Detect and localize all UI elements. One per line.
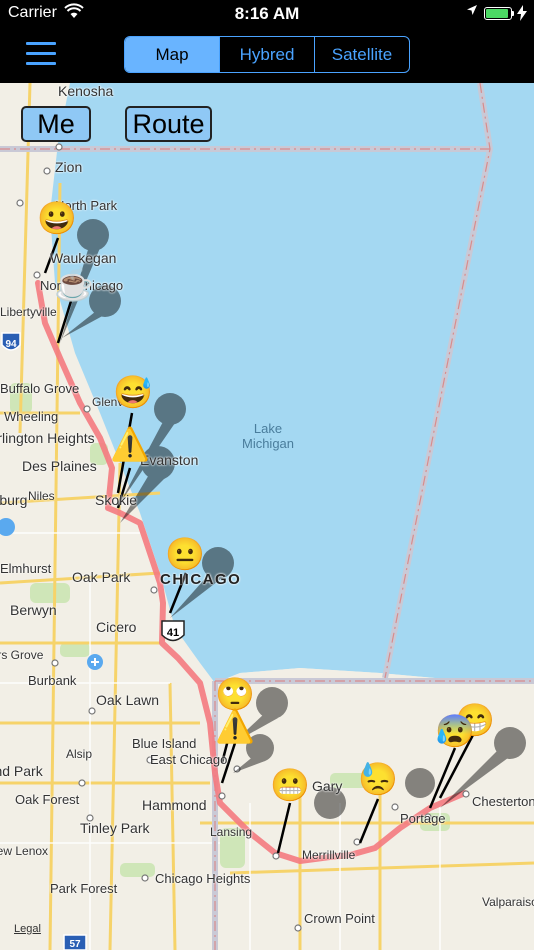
segment-hybred[interactable]: Hybred bbox=[219, 37, 314, 72]
map-label-libertyville: Libertyville bbox=[0, 305, 57, 319]
interstate-57-shield: 57 bbox=[63, 934, 87, 950]
map-label-downers-grove: Downers Grove bbox=[0, 648, 44, 662]
navigation-bar: Map Hybred Satellite bbox=[0, 28, 534, 83]
us-41-shield: 41 bbox=[161, 620, 185, 642]
route-button[interactable]: Route bbox=[125, 106, 212, 142]
interstate-94-shield: 94 bbox=[1, 332, 21, 351]
map-label-skokie: Skokie bbox=[95, 492, 138, 508]
svg-text:94: 94 bbox=[5, 339, 17, 350]
pin-warning-sign-icon[interactable]: ⚠️ bbox=[110, 424, 150, 464]
map-label-arlington-heights: Arlington Heights bbox=[0, 430, 95, 446]
map-label-schaumburg: Schaumburg bbox=[0, 492, 28, 508]
map-label-elmhurst: Elmhurst bbox=[0, 561, 52, 576]
pin-grimacing-face-icon[interactable]: 😬 bbox=[270, 765, 310, 805]
map-label-merrillville: Merrillville bbox=[302, 848, 356, 862]
hamburger-menu-icon[interactable] bbox=[26, 42, 56, 66]
map-label-zion: Zion bbox=[55, 159, 83, 175]
map-view[interactable]: 94 41 57 Kenosha Zion North Park Waukega… bbox=[0, 83, 534, 950]
svg-text:57: 57 bbox=[69, 939, 81, 950]
svg-text:41: 41 bbox=[167, 627, 179, 639]
map-label-crown-point: Crown Point bbox=[304, 911, 375, 926]
legal-link[interactable]: Legal bbox=[14, 923, 41, 935]
map-label-oak-lawn: Oak Lawn bbox=[96, 692, 160, 708]
map-label-chesterton: Chesterton bbox=[472, 794, 534, 809]
map-label-gary: Gary bbox=[312, 778, 343, 794]
map-label-kenosha: Kenosha bbox=[58, 83, 114, 99]
map-label-niles: Niles bbox=[28, 489, 55, 503]
map-label-hammond: Hammond bbox=[142, 797, 207, 813]
map-label-berwyn: Berwyn bbox=[10, 602, 57, 618]
pin-neutral-face-icon[interactable]: 😐 bbox=[165, 534, 205, 574]
map-label-oak-park: Oak Park bbox=[72, 569, 131, 585]
status-time: 8:16 AM bbox=[234, 4, 300, 23]
map-label-tinley-park: Tinley Park bbox=[80, 820, 150, 836]
pin-sweat-smile-face-icon[interactable]: 😅 bbox=[113, 372, 153, 412]
map-label-valparaiso: Valparaiso bbox=[482, 895, 534, 909]
map-label-blue-island: Blue Island bbox=[132, 736, 197, 751]
map-label-lansing: Lansing bbox=[210, 825, 253, 839]
map-label-des-plaines: Des Plaines bbox=[22, 458, 97, 474]
map-label-chicago-heights: Chicago Heights bbox=[155, 871, 251, 886]
map-label-alsip: Alsip bbox=[66, 747, 93, 761]
map-label-portage: Portage bbox=[400, 811, 446, 826]
map-label-orland-park: Orland Park bbox=[0, 763, 43, 779]
map-label-new-lenox: New Lenox bbox=[0, 844, 49, 858]
status-bar: Carrier 8:16 AM bbox=[0, 0, 534, 28]
map-label-lake-michigan: Lake Michigan bbox=[241, 421, 295, 451]
map-label-burbank: Burbank bbox=[28, 673, 77, 688]
segment-map[interactable]: Map bbox=[125, 37, 219, 72]
map-type-segmented-control: Map Hybred Satellite bbox=[124, 36, 410, 73]
segment-satellite[interactable]: Satellite bbox=[314, 37, 409, 72]
me-button[interactable]: Me bbox=[21, 106, 91, 142]
map-label-cicero: Cicero bbox=[96, 619, 137, 635]
pin-grinning-face-icon[interactable]: 😀 bbox=[37, 198, 77, 238]
map-label-buffalo-grove: Buffalo Grove bbox=[0, 381, 80, 396]
battery-icon bbox=[484, 7, 512, 20]
map-label-east-chicago: East Chicago bbox=[150, 752, 228, 767]
map-label-wheeling: Wheeling bbox=[4, 409, 59, 424]
pin-coffee-cup-icon[interactable]: ☕ bbox=[54, 264, 94, 304]
bolt-icon bbox=[517, 5, 527, 24]
location-arrow-icon bbox=[466, 4, 478, 19]
map-label-oak-forest: Oak Forest bbox=[15, 792, 80, 807]
pin-downcast-sweat-face-icon[interactable]: 😓 bbox=[358, 759, 398, 799]
pin-anxious-sweat-face-icon[interactable]: 😰 bbox=[435, 711, 475, 751]
pin-warning-sign-icon-2[interactable]: ⚠️ bbox=[215, 706, 255, 746]
battery-nub bbox=[512, 11, 514, 16]
map-label-park-forest: Park Forest bbox=[50, 881, 118, 896]
